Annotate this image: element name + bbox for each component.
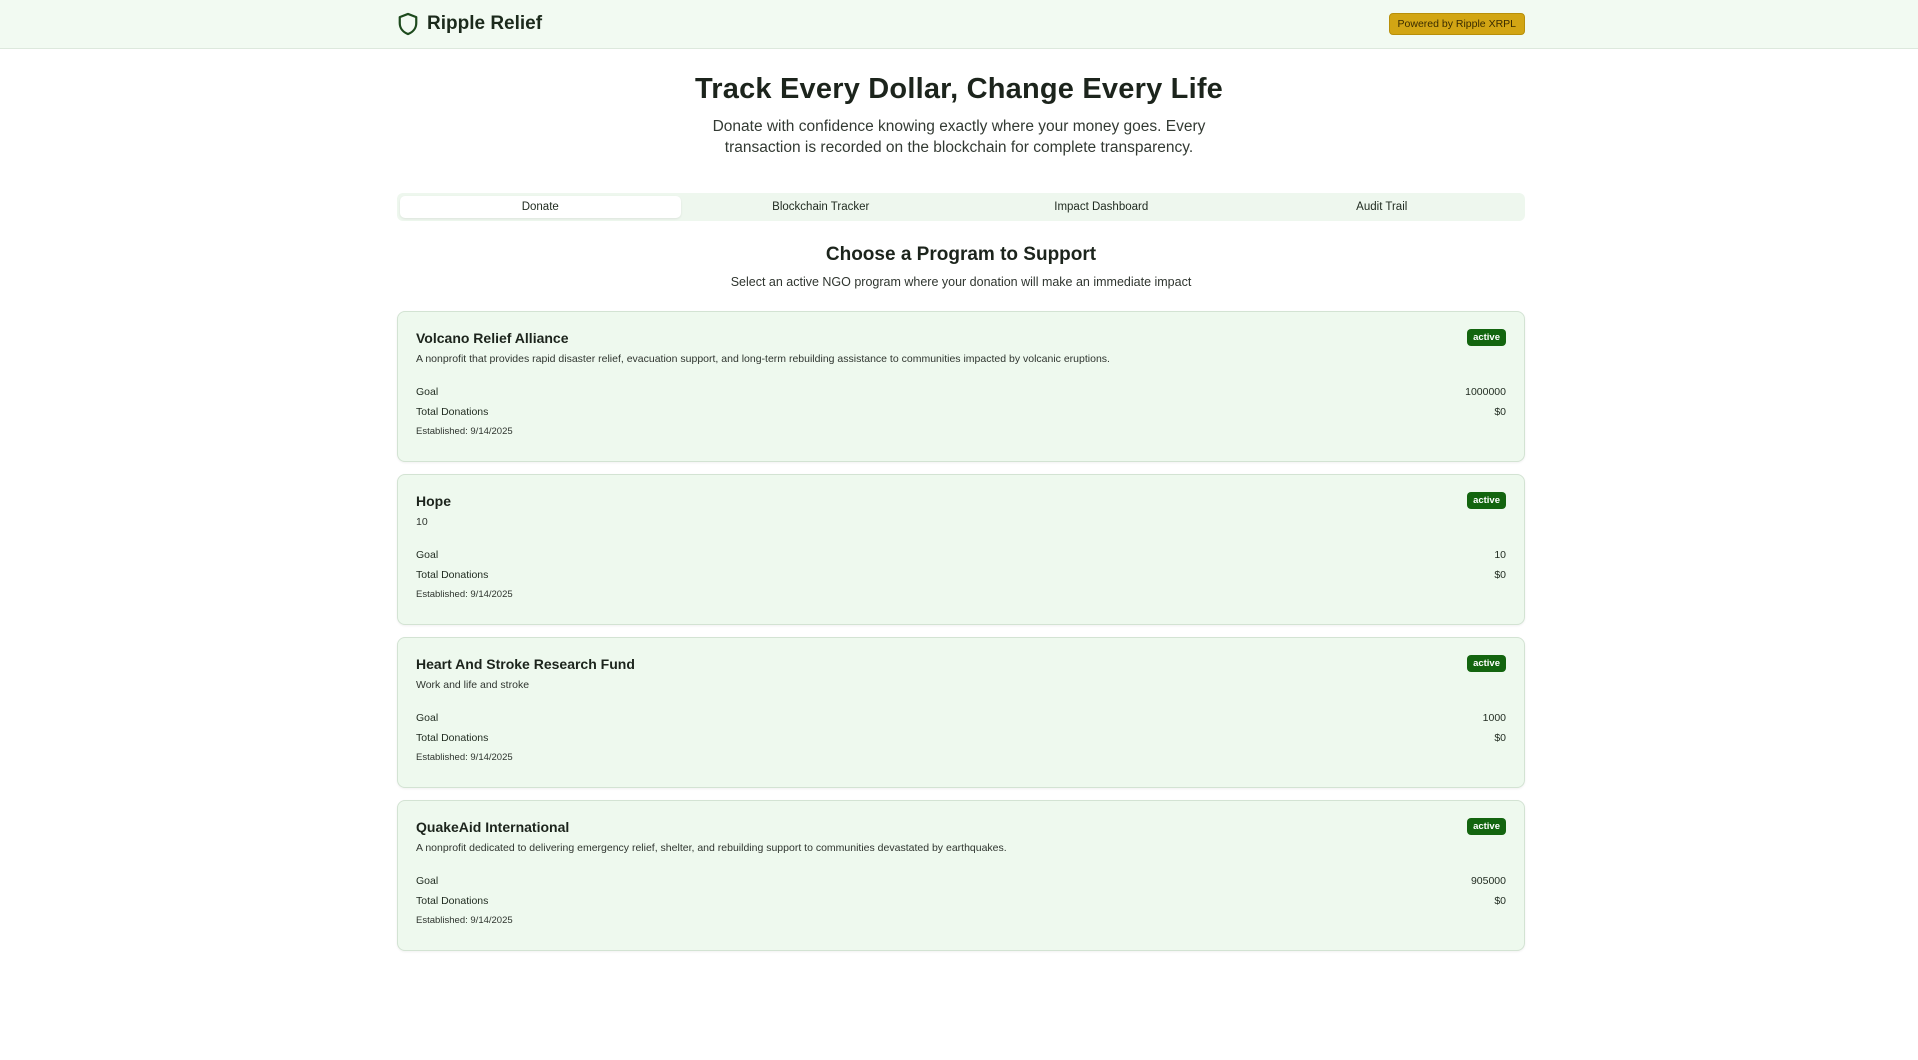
program-name: Volcano Relief Alliance	[416, 329, 569, 346]
program-name: Heart And Stroke Research Fund	[416, 655, 635, 672]
total-donations-row: Total Donations $0	[416, 895, 1506, 907]
goal-row: Goal 1000000	[416, 386, 1506, 398]
goal-row: Goal 1000	[416, 712, 1506, 724]
total-donations-row: Total Donations $0	[416, 569, 1506, 581]
goal-value: 1000	[1482, 712, 1506, 724]
program-card[interactable]: QuakeAid International active A nonprofi…	[397, 800, 1525, 951]
goal-row: Goal 10	[416, 549, 1506, 561]
brand[interactable]: Ripple Relief	[397, 12, 542, 36]
goal-value: 905000	[1470, 875, 1506, 887]
page-title: Track Every Dollar, Change Every Life	[694, 73, 1224, 105]
total-donations-value: $0	[1494, 732, 1506, 744]
status-badge: active	[1467, 818, 1506, 835]
program-description: Work and life and stroke	[416, 679, 530, 691]
program-name: QuakeAid International	[416, 818, 570, 835]
tab-blockchain-tracker[interactable]: Blockchain Tracker	[681, 196, 962, 218]
total-donations-value: $0	[1494, 895, 1506, 907]
total-donations-row: Total Donations $0	[416, 732, 1506, 744]
tab-impact-dashboard[interactable]: Impact Dashboard	[961, 196, 1242, 218]
goal-value: 10	[1494, 549, 1506, 561]
established-date: Established: 9/14/2025	[416, 589, 513, 600]
program-card[interactable]: Heart And Stroke Research Fund active Wo…	[397, 637, 1525, 788]
total-donations-label: Total Donations	[416, 732, 489, 744]
established-date: Established: 9/14/2025	[416, 752, 513, 763]
powered-by-badge: Powered by Ripple XRPL	[1388, 13, 1525, 35]
status-badge: active	[1467, 655, 1506, 672]
goal-value: 1000000	[1465, 386, 1506, 398]
goal-row: Goal 905000	[416, 875, 1506, 887]
program-list: Volcano Relief Alliance active A nonprof…	[397, 311, 1525, 963]
section-subtitle: Select an active NGO program where your …	[730, 275, 1192, 289]
program-name: Hope	[416, 492, 451, 509]
total-donations-label: Total Donations	[416, 569, 489, 581]
goal-label: Goal	[416, 875, 439, 887]
established-date: Established: 9/14/2025	[416, 915, 513, 926]
goal-label: Goal	[416, 712, 439, 724]
goal-label: Goal	[416, 386, 439, 398]
section-header: Choose a Program to Support Select an ac…	[397, 244, 1525, 289]
top-bar: Ripple Relief Powered by Ripple XRPL	[0, 0, 1918, 49]
status-badge: active	[1467, 492, 1506, 509]
shield-icon	[397, 12, 419, 36]
total-donations-row: Total Donations $0	[416, 406, 1506, 418]
tab-bar: Donate Blockchain Tracker Impact Dashboa…	[397, 193, 1525, 221]
program-card[interactable]: Volcano Relief Alliance active A nonprof…	[397, 311, 1525, 462]
program-description: A nonprofit that provides rapid disaster…	[416, 353, 1110, 365]
total-donations-value: $0	[1494, 406, 1506, 418]
established-date: Established: 9/14/2025	[416, 426, 513, 437]
brand-name: Ripple Relief	[427, 13, 543, 34]
total-donations-value: $0	[1494, 569, 1506, 581]
program-card[interactable]: Hope active 10 Goal 10 Total Donations $…	[397, 474, 1525, 625]
total-donations-label: Total Donations	[416, 406, 489, 418]
section-title: Choose a Program to Support	[825, 244, 1097, 265]
goal-label: Goal	[416, 549, 439, 561]
hero: Track Every Dollar, Change Every Life Do…	[0, 73, 1918, 158]
page-subtitle: Donate with confidence knowing exactly w…	[712, 118, 1206, 156]
status-badge: active	[1467, 329, 1506, 346]
tab-audit-trail[interactable]: Audit Trail	[1242, 196, 1523, 218]
top-bar-inner: Ripple Relief Powered by Ripple XRPL	[397, 0, 1525, 48]
tab-donate[interactable]: Donate	[400, 196, 681, 218]
program-description: 10	[416, 516, 428, 528]
program-description: A nonprofit dedicated to delivering emer…	[416, 842, 1007, 854]
total-donations-label: Total Donations	[416, 895, 489, 907]
